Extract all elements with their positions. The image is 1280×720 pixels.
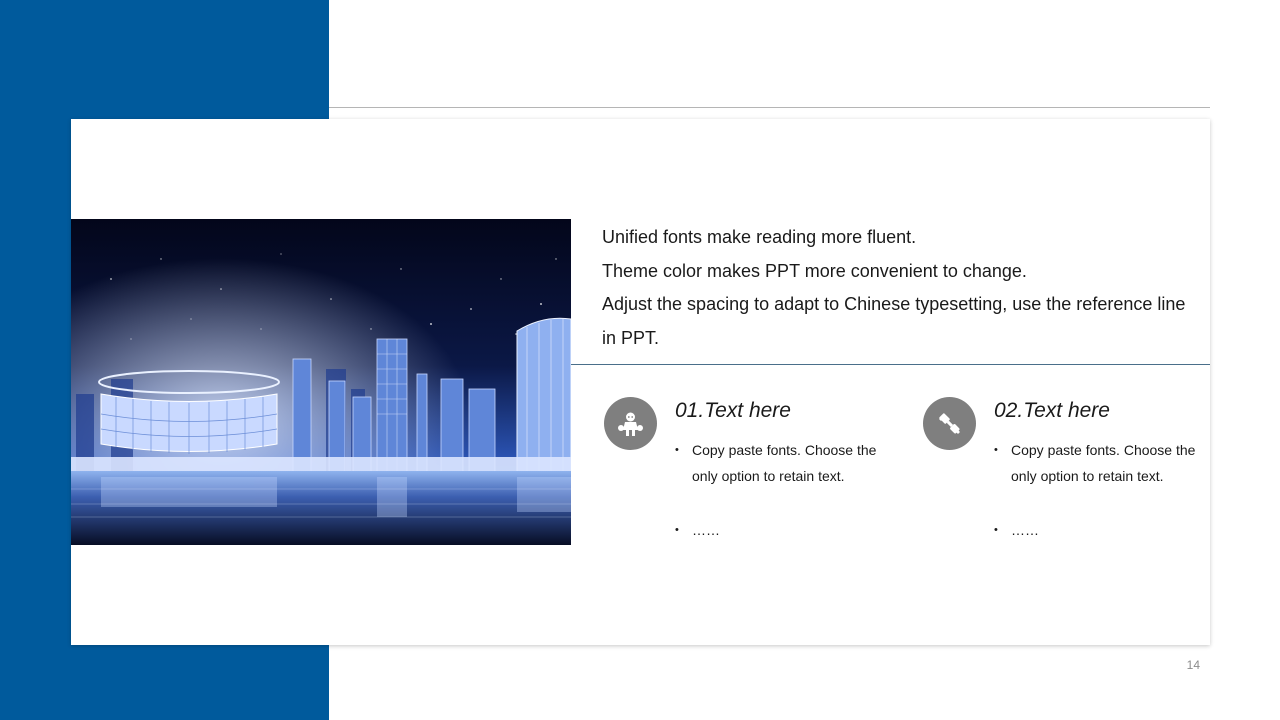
feature-2-bullet-1: Copy paste fonts. Choose the only option… xyxy=(994,437,1202,489)
feature-2: 02.Text here Copy paste fonts. Choose th… xyxy=(923,397,1203,557)
intro-line-2: Theme color makes PPT more convenient to… xyxy=(602,260,1027,281)
intro-line-3: Adjust the spacing to adapt to Chinese t… xyxy=(602,294,1186,348)
intro-text: Unified fonts make reading more fluent. … xyxy=(602,221,1202,355)
feature-1-title: 01.Text here xyxy=(675,399,791,422)
city-night-image xyxy=(71,219,571,545)
slide: Unified fonts make reading more fluent. … xyxy=(0,0,1280,720)
content-card: Unified fonts make reading more fluent. … xyxy=(71,119,1210,645)
feature-1: 01.Text here Copy paste fonts. Choose th… xyxy=(604,397,884,557)
cheerleader-icon xyxy=(604,397,657,450)
top-rule-line xyxy=(329,107,1210,108)
feature-1-bullet-1: Copy paste fonts. Choose the only option… xyxy=(675,437,883,489)
feature-2-bullet-2: …… xyxy=(994,517,1202,543)
feature-1-bullets: Copy paste fonts. Choose the only option… xyxy=(675,437,883,543)
feature-1-bullet-2: …… xyxy=(675,517,883,543)
section-divider xyxy=(571,364,1210,365)
feature-2-bullets: Copy paste fonts. Choose the only option… xyxy=(994,437,1202,543)
page-number: 14 xyxy=(1186,658,1200,672)
feature-2-title: 02.Text here xyxy=(994,399,1110,422)
intro-line-1: Unified fonts make reading more fluent. xyxy=(602,227,917,247)
tools-icon xyxy=(923,397,976,450)
